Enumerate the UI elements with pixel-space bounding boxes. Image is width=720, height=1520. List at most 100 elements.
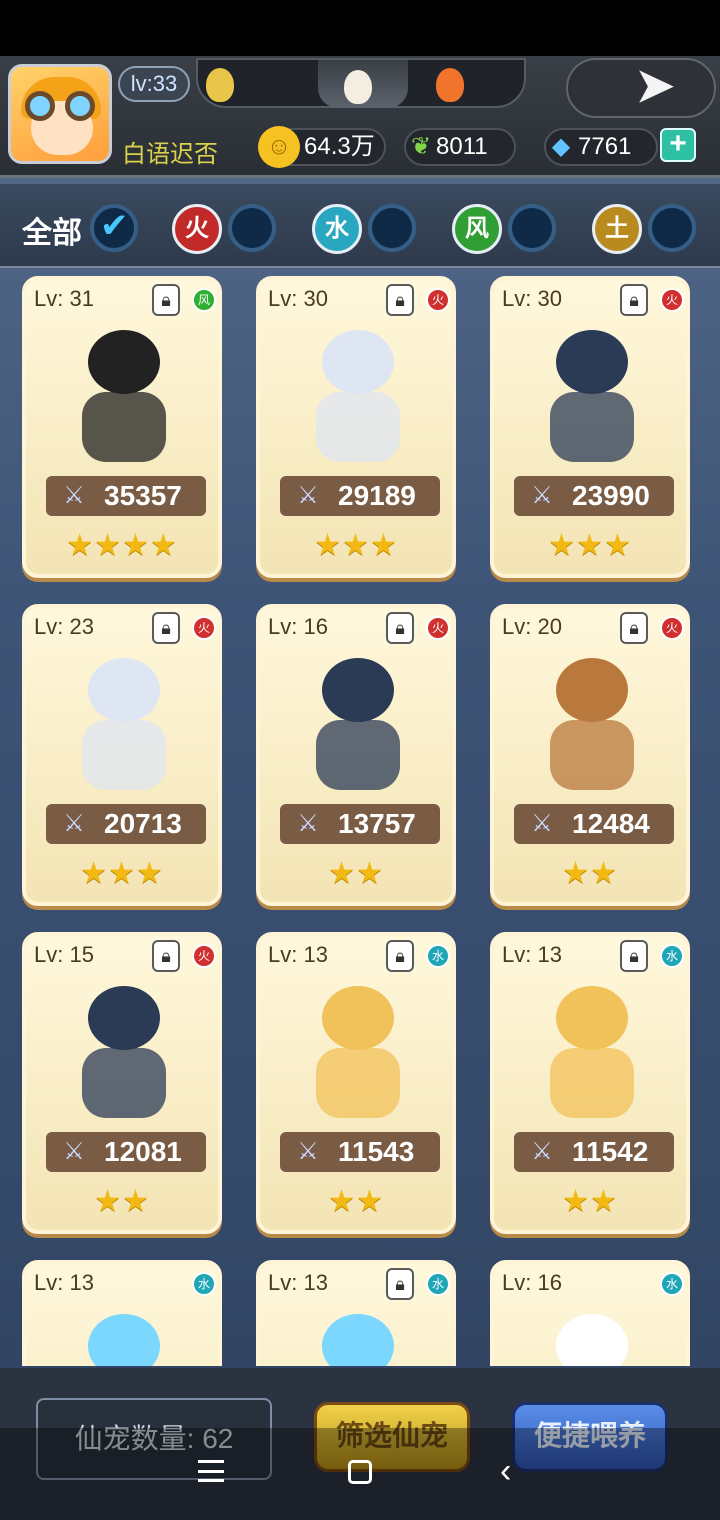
pet-card[interactable]: Lv: 31 🔒︎ 风 ⚔ 35357 ★★★★ [22, 276, 222, 578]
pet-head [556, 330, 628, 394]
lock-icon[interactable]: 🔒︎ [152, 284, 180, 316]
pet-card[interactable]: Lv: 15 🔒︎ 火 ⚔ 12081 ★★ [22, 932, 222, 1234]
pet-card[interactable]: Lv: 30 🔒︎ 火 ⚔ 23990 ★★★ [490, 276, 690, 578]
pet-level: Lv: 30 [502, 286, 562, 311]
pet-head [322, 658, 394, 722]
pet-card[interactable]: Lv: 23 🔒︎ 火 ⚔ 20713 ★★★ [22, 604, 222, 906]
pet-illustration [48, 1298, 198, 1366]
pet-card[interactable]: Lv: 13 🔒︎ 水 ⚔ 11542 ★★ [490, 932, 690, 1234]
pet-head [556, 1314, 628, 1366]
pet-power: 23990 [572, 480, 650, 511]
pet-card[interactable]: Lv: 20 🔒︎ 火 ⚔ 12484 ★★ [490, 604, 690, 906]
power-bar: ⚔ 11542 [514, 1132, 674, 1172]
pet-body [550, 392, 634, 462]
lock-icon[interactable]: 🔒︎ [386, 284, 414, 316]
add-gems-button[interactable]: + [660, 128, 696, 162]
pet-head [88, 658, 160, 722]
pet-card[interactable]: Lv: 16 水 [490, 1260, 690, 1366]
sword-icon: ⚔ [531, 482, 553, 509]
pet-power: 11543 [338, 1136, 415, 1167]
filter-fire-icon: 火 [172, 204, 222, 254]
leaf-value: 8011 [436, 133, 488, 160]
pet-level: Lv: 16 [268, 614, 328, 639]
power-bar: ⚔ 11543 [280, 1132, 440, 1172]
lock-icon[interactable]: 🔒︎ [152, 612, 180, 644]
pet-card[interactable]: Lv: 30 🔒︎ 火 ⚔ 29189 ★★★ [256, 276, 456, 578]
filter-wind-checkbox[interactable] [508, 204, 556, 252]
gold-counter: ☺ 64.3万 [258, 126, 386, 168]
element-icon: 水 [426, 1272, 450, 1296]
filter-all-checkbox[interactable] [90, 204, 138, 252]
gem-counter: ◆ 7761 [544, 128, 658, 166]
pet-power: 11542 [572, 1136, 649, 1167]
goggle-icon [65, 91, 95, 121]
element-icon: 风 [192, 288, 216, 312]
pet-head [322, 1314, 394, 1366]
pet-card[interactable]: Lv: 13 水 [22, 1260, 222, 1366]
nav-menu-icon[interactable] [198, 1460, 224, 1482]
element-icon: 水 [192, 1272, 216, 1296]
lock-icon[interactable]: 🔒︎ [152, 940, 180, 972]
pet-illustration [282, 642, 432, 798]
egg-bar [196, 58, 526, 108]
exit-icon[interactable]: ➤ [630, 62, 680, 108]
egg-icon[interactable] [344, 70, 372, 104]
gem-value: 7761 [578, 133, 632, 160]
pet-card[interactable]: Lv: 13 🔒︎ 水 ⚔ 11543 ★★ [256, 932, 456, 1234]
lock-icon[interactable]: 🔒︎ [386, 612, 414, 644]
pet-level: Lv: 13 [268, 942, 328, 967]
pet-stars: ★★ [94, 1185, 150, 1218]
gem-icon: ◆ [551, 133, 571, 160]
nav-home-icon[interactable] [348, 1460, 372, 1484]
pet-card[interactable]: Lv: 13 🔒︎ 水 [256, 1260, 456, 1366]
pet-illustration [516, 970, 666, 1126]
egg-icon[interactable] [206, 68, 234, 102]
power-bar: ⚔ 23990 [514, 476, 674, 516]
nav-back-icon[interactable]: ‹ [500, 1452, 511, 1491]
filter-water-checkbox[interactable] [368, 204, 416, 252]
sword-icon: ⚔ [297, 810, 319, 837]
pet-power: 12081 [104, 1136, 182, 1167]
app-screen: { "player": {"level": "lv:33", "name": "… [0, 0, 720, 1520]
sword-icon: ⚔ [63, 1138, 85, 1165]
element-icon: 火 [660, 616, 684, 640]
filter-all-label[interactable]: 全部 [22, 208, 82, 252]
pet-illustration [48, 970, 198, 1126]
pet-body [82, 392, 166, 462]
pet-stars: ★★★★ [66, 529, 178, 562]
element-icon: 火 [660, 288, 684, 312]
pet-level: Lv: 31 [34, 286, 94, 311]
power-bar: ⚔ 13757 [280, 804, 440, 844]
filter-earth-icon: 土 [592, 204, 642, 254]
pet-body [82, 720, 166, 790]
pet-power: 12484 [572, 808, 650, 839]
pet-illustration [48, 642, 198, 798]
pet-illustration [516, 1298, 666, 1366]
pet-body [550, 1048, 634, 1118]
pet-level: Lv: 13 [34, 1270, 94, 1295]
lock-icon[interactable]: 🔒︎ [386, 1268, 414, 1300]
pet-level: Lv: 20 [502, 614, 562, 639]
pet-grid: Lv: 31 🔒︎ 风 ⚔ 35357 ★★★★ Lv: 30 🔒︎ 火 ⚔ 29189 ★★★ Lv:… [0, 270, 720, 1366]
element-icon: 水 [660, 944, 684, 968]
pet-head [322, 986, 394, 1050]
pet-head [88, 986, 160, 1050]
lock-icon[interactable]: 🔒︎ [620, 284, 648, 316]
filter-earth-checkbox[interactable] [648, 204, 696, 252]
lock-icon[interactable]: 🔒︎ [386, 940, 414, 972]
pet-illustration [516, 314, 666, 470]
lock-icon[interactable]: 🔒︎ [620, 940, 648, 972]
pet-power: 35357 [104, 480, 182, 511]
pet-head [88, 1314, 160, 1366]
sword-icon: ⚔ [63, 810, 85, 837]
pet-illustration [282, 970, 432, 1126]
pet-card[interactable]: Lv: 16 🔒︎ 火 ⚔ 13757 ★★ [256, 604, 456, 906]
egg-icon[interactable] [436, 68, 464, 102]
pet-level: Lv: 13 [268, 1270, 328, 1295]
pet-body [316, 720, 400, 790]
player-avatar[interactable] [8, 64, 112, 164]
pet-illustration [48, 314, 198, 470]
filter-fire-checkbox[interactable] [228, 204, 276, 252]
lock-icon[interactable]: 🔒︎ [620, 612, 648, 644]
pet-stars: ★★ [562, 857, 618, 890]
